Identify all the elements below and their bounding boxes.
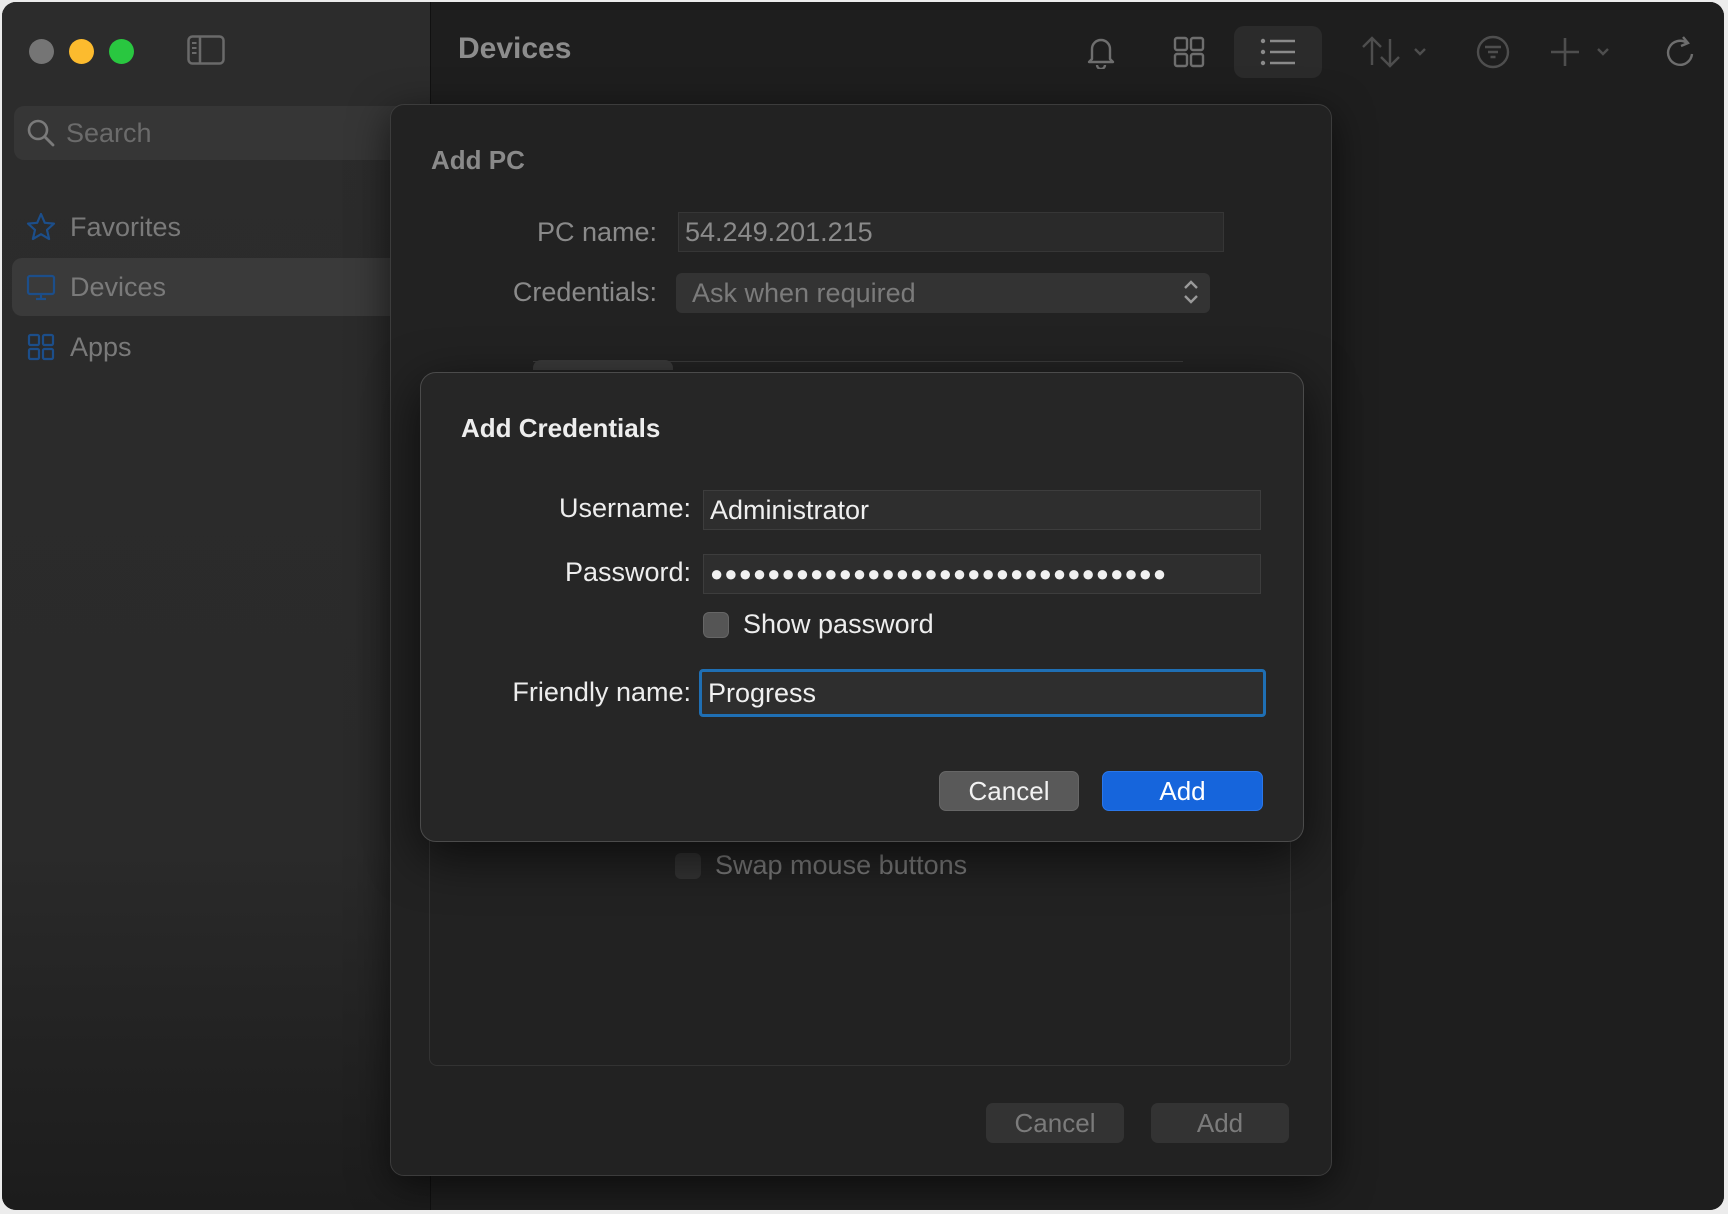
sidebar-item-label: Favorites	[70, 211, 182, 242]
search-icon	[27, 119, 55, 147]
add-pc-add-button[interactable]: Add	[1151, 1103, 1289, 1143]
refresh-icon[interactable]	[1659, 26, 1703, 78]
app-window: Favorites Devices Apps Devices	[2, 2, 1724, 1210]
sidebar-item-favorites[interactable]: Favorites	[12, 198, 422, 256]
password-label: Password:	[564, 557, 691, 587]
friendly-name-input[interactable]: Progress	[699, 669, 1266, 717]
add-icon[interactable]	[1547, 26, 1619, 78]
show-password-label: Show password	[743, 609, 934, 639]
sidebar-item-label: Apps	[70, 331, 132, 362]
add-credentials-dialog: Add Credentials Username: Administrator …	[420, 372, 1304, 842]
pc-name-input[interactable]: 54.249.201.215	[678, 212, 1224, 252]
sidebar-item-label: Devices	[70, 271, 167, 302]
toolbar: Devices	[431, 2, 1724, 102]
list-view-icon[interactable]	[1234, 26, 1322, 78]
search-input[interactable]	[64, 116, 388, 150]
swap-mouse-option[interactable]: Swap mouse buttons	[675, 850, 967, 881]
star-icon	[26, 212, 56, 241]
close-window-button[interactable]	[29, 39, 54, 64]
pc-name-label: PC name:	[536, 217, 657, 247]
tab-general[interactable]	[533, 360, 673, 370]
minimize-window-button[interactable]	[69, 39, 94, 64]
apps-grid-icon	[27, 333, 55, 361]
tab-bar	[533, 360, 1183, 372]
maximize-window-button[interactable]	[109, 39, 134, 64]
show-password-option[interactable]: Show password	[703, 609, 934, 640]
monitor-icon	[26, 274, 56, 301]
show-password-checkbox[interactable]	[703, 611, 729, 638]
chevron-updown-icon	[1184, 280, 1198, 304]
grid-view-icon[interactable]	[1167, 26, 1211, 78]
credentials-select[interactable]: Ask when required	[676, 273, 1210, 313]
cancel-button[interactable]: Cancel	[939, 771, 1079, 811]
credentials-label: Credentials:	[512, 277, 657, 307]
filter-icon[interactable]	[1471, 26, 1515, 78]
sidebar-toggle-icon[interactable]	[187, 35, 225, 65]
window-controls	[29, 39, 134, 64]
swap-mouse-checkbox[interactable]	[675, 852, 701, 879]
swap-mouse-label: Swap mouse buttons	[715, 850, 968, 880]
sidebar-item-devices[interactable]: Devices	[12, 258, 422, 316]
add-pc-cancel-button[interactable]: Cancel	[986, 1103, 1124, 1143]
add-button[interactable]: Add	[1102, 771, 1263, 811]
page-title: Devices	[458, 32, 572, 65]
add-credentials-title: Add Credentials	[461, 413, 661, 443]
username-label: Username:	[558, 493, 691, 523]
credentials-select-value: Ask when required	[692, 278, 916, 308]
sort-icon[interactable]	[1355, 26, 1435, 78]
friendly-name-label: Friendly name:	[512, 677, 691, 707]
search-field[interactable]	[14, 106, 414, 160]
sidebar: Favorites Devices Apps	[2, 2, 431, 1210]
add-pc-title: Add PC	[431, 145, 525, 175]
sidebar-item-apps[interactable]: Apps	[12, 318, 422, 376]
bell-icon[interactable]	[1079, 26, 1123, 78]
password-input[interactable]: ●●●●●●●●●●●●●●●●●●●●●●●●●●●●●●●●	[703, 554, 1261, 594]
username-input[interactable]: Administrator	[703, 490, 1261, 530]
